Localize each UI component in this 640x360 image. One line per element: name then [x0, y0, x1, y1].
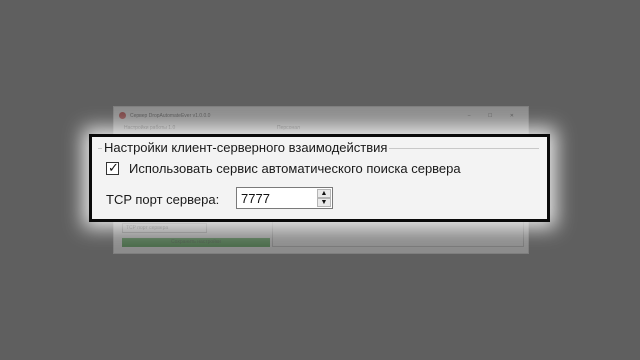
checkmark-icon: ✓ — [108, 160, 119, 175]
background-combo[interactable]: TCP порт сервера — [122, 223, 207, 233]
background-titlebar: Сервер DropAutomateEver v1.0.0.0 – ☐ ✕ — [114, 107, 528, 125]
auto-discovery-label[interactable]: Использовать сервис автоматического поис… — [129, 161, 461, 176]
app-icon — [119, 112, 126, 119]
save-settings-button[interactable]: Сохранить настройки — [122, 238, 270, 247]
window-controls[interactable]: – ☐ ✕ — [468, 107, 522, 125]
window-title: Сервер DropAutomateEver v1.0.0.0 — [130, 113, 211, 119]
client-server-settings-group: Настройки клиент-серверного взаимодейств… — [89, 134, 550, 222]
group-title: Настройки клиент-серверного взаимодейств… — [102, 140, 390, 155]
port-spinner[interactable]: ▲ ▼ — [317, 189, 331, 207]
auto-discovery-row[interactable]: ✓ Использовать сервис автоматического по… — [106, 160, 461, 176]
tcp-port-input[interactable]: 7777 ▲ ▼ — [236, 187, 333, 209]
tab-personnel[interactable]: Персонал — [277, 125, 300, 131]
spin-down-icon[interactable]: ▼ — [317, 198, 331, 207]
tab-settings[interactable]: Настройки работы 1.0 — [124, 125, 175, 131]
spin-up-icon[interactable]: ▲ — [317, 189, 331, 198]
auto-discovery-checkbox[interactable]: ✓ — [106, 160, 119, 175]
tcp-port-value[interactable]: 7777 — [241, 191, 270, 206]
tcp-port-label: TCP порт сервера: — [106, 192, 220, 207]
